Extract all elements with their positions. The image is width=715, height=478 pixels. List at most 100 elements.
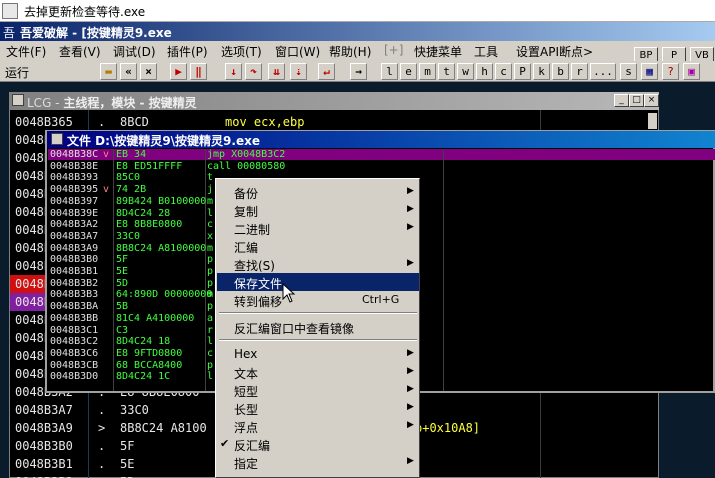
menu-item-specify[interactable]: 指定 ▶ [217,453,419,471]
file-row-hex: E8 9FTD0800 [116,347,183,359]
menu-debug[interactable]: 调试(D) [113,43,156,60]
menu-item-backup[interactable]: 备份 ▶ [217,183,419,201]
menu-item-assemble[interactable]: 汇编 [217,237,419,255]
submenu-arrow-icon: ▶ [407,366,414,376]
menu-item-view-image[interactable]: 反汇编窗口中查看镜像 [217,318,419,336]
toolbar-h-button[interactable]: h [476,63,493,80]
file-row-hex: 81C4 A4100000 [116,312,195,324]
file-window-icon [51,133,63,145]
minimize-button[interactable]: _ [614,94,629,107]
file-row-addr: 0048B3A7 [50,230,99,242]
file-row-addr: 0048B39E [50,207,99,219]
file-row-hex: 64:890D 00000000 [116,289,213,301]
step-over-icon[interactable]: ↷ [245,63,262,80]
menu-item-goto-offset[interactable]: 转到偏移 Ctrl+G [217,291,419,309]
file-window-titlebar: 文件 D:\按键精灵9\按键精灵9.exe [47,131,715,148]
file-row-hex: 5B [116,301,129,313]
toolbar-s-button[interactable]: s [620,63,637,80]
goto-icon[interactable]: → [350,63,367,80]
close-button[interactable]: × [644,94,659,107]
mouse-cursor-icon [282,283,296,303]
menu-item-long[interactable]: 长型 ▶ [217,399,419,417]
menu-plugins[interactable]: 插件(P) [167,43,208,60]
file-row-dis: l [207,371,214,383]
file-row-hex: 8D4C24 18 [116,336,171,348]
toolbar-r-button[interactable]: r [571,63,588,80]
file-row-dis: x [207,230,214,242]
toolbar-w-button[interactable]: w [457,63,474,80]
menu-file[interactable]: 文件(F) [6,43,46,60]
cpu-row[interactable]: 0048B365. 8BCD mov ecx,ebp [10,113,650,131]
menu-options[interactable]: 选项(T) [221,43,262,60]
help-icon[interactable]: ? [662,63,679,80]
selected-row-highlight [48,149,715,160]
file-row-mark: v [103,149,110,160]
cpu-row-hex: 8B8C24 A8100 [120,421,207,435]
file-row-hex: 33C0 [116,230,141,242]
file-row-dis: p [207,254,214,266]
menu-item-binary[interactable]: 二进制 ▶ [217,219,419,237]
toolbar-p-button[interactable]: P [514,63,531,80]
menu-window[interactable]: 窗口(W) [275,43,320,60]
run-icon[interactable]: ▶ [170,63,187,80]
menu-item-save-file[interactable]: 保存文件 [217,273,419,291]
submenu-arrow-icon: ▶ [407,222,414,232]
cpu-window-titlebar: LCG - 主线程，模块 - 按键精灵 _ □ × [9,92,659,110]
toolbar-l-button[interactable]: l [381,63,398,80]
menu-item-search[interactable]: 查找(S) ▶ [217,255,419,273]
toolbar-t-button[interactable]: t [438,63,455,80]
menu-view[interactable]: 查看(V) [59,43,101,60]
menu-plus[interactable]: [+] [384,43,403,57]
toolbar-more-button[interactable]: ... [590,63,616,80]
menu-item-hex[interactable]: Hex ▶ [217,345,419,363]
rewind-icon[interactable]: « [120,63,137,80]
submenu-arrow-icon: ▶ [407,384,414,394]
toolbar-c-button[interactable]: c [495,63,512,80]
settings-icon[interactable]: ▦ [641,63,658,80]
maximize-button[interactable]: □ [629,94,644,107]
open-icon[interactable]: ▬ [100,63,117,80]
file-row-hex: 85C0 [116,172,141,184]
file-row-addr: 0048B3C1 [50,324,99,336]
trace-into-icon[interactable]: ⇊ [268,63,285,80]
menu-help[interactable]: 帮助(H) [329,43,371,60]
file-row-hex: 5D [116,277,129,289]
toolbar-m-button[interactable]: m [419,63,436,80]
menu-item-text[interactable]: 文本 ▶ [217,363,419,381]
cpu-row-marker: . [98,473,105,478]
file-row-dis: jmp X0048B3C2 [207,149,286,160]
app-title: 吾爱破解 - [按键精灵9.exe [20,26,172,40]
column-divider [113,149,114,391]
pause-icon[interactable]: ‖ [190,63,207,80]
execute-till-return-icon[interactable]: ↵ [318,63,335,80]
window-titlebar: 去掉更新检查等待.exe [0,0,715,22]
step-into-icon[interactable]: ↓ [225,63,242,80]
context-menu: 备份 ▶ 复制 ▶ 二进制 ▶ 汇编 查找(S) ▶ 保存文件 转到偏移 Ctrl+G 反… [215,178,420,478]
file-row-addr: 0048B397 [50,195,99,207]
toolbar-e-button[interactable]: e [400,63,417,80]
menu-item-float[interactable]: 浮点 ▶ [217,417,419,435]
toolbar-k-button[interactable]: k [533,63,550,80]
file-row-hex: EB 34 [116,149,147,160]
menu-item-copy[interactable]: 复制 ▶ [217,201,419,219]
file-row-dis: p [207,301,214,313]
plugin-icon[interactable]: ▣ [683,63,700,80]
app-caption: 吾 吾爱破解 - [按键精灵9.exe [0,22,715,41]
close-icon[interactable]: × [140,63,157,80]
menu-item-disassemble[interactable]: ✔ 反汇编 [217,435,419,453]
file-row-dis: r [207,324,214,336]
file-row-addr: 0048B3C6 [50,347,99,359]
file-row-dis: m [207,242,214,254]
toolbar-b-button[interactable]: b [552,63,569,80]
cpu-row-address: 0048B365 [15,115,73,129]
menu-quick[interactable]: 快捷菜单 [414,43,462,60]
file-row-addr: 0048B3BA [50,301,99,313]
trace-over-icon[interactable]: ⇣ [290,63,307,80]
menu-item-short[interactable]: 短型 ▶ [217,381,419,399]
cpu-row-hex: 5F [120,439,135,453]
file-row-hex: 8D4C24 1C [116,371,171,383]
file-row-dis: p [207,266,214,277]
menu-api-breakpoint[interactable]: 设置API断点> [516,43,593,60]
file-row-addr: 0048B38C [50,149,99,160]
menu-tools[interactable]: 工具 [474,43,498,60]
